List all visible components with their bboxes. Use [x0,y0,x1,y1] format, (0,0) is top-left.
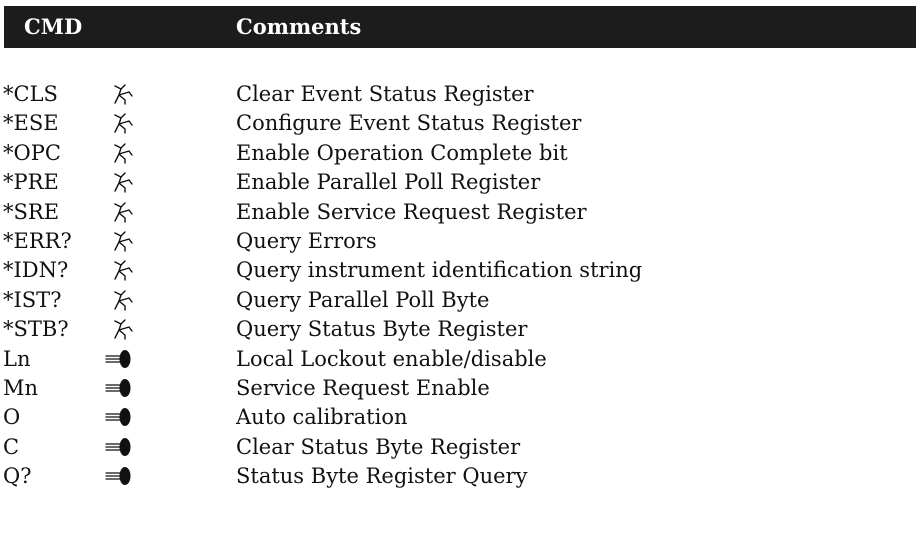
command-code: Ln [3,346,31,371]
command-comment: Query Parallel Poll Byte [236,287,490,312]
command-comment: Configure Event Status Register [236,111,582,136]
device-command-icon [105,378,131,397]
command-comment: Query Status Byte Register [236,317,528,342]
table-row: *OPC Enable Operation Complete bit [0,139,916,168]
table-row: *CLS Clear Event Status Register [0,80,916,109]
command-code: *ESE [3,111,59,136]
command-code: *STB? [3,317,69,342]
command-comment: Enable Operation Complete bit [236,140,568,165]
device-command-icon [105,408,131,427]
command-comment: Query instrument identification string [236,258,643,283]
command-table: *CLS Clear Event Status Register *ESE Co… [0,80,916,491]
table-row: *IDN? Query instrument identification st… [0,256,916,285]
table-row: Mn Service Request Enable [0,374,916,403]
command-comment: Auto calibration [236,405,408,430]
command-comment: Service Request Enable [236,375,490,400]
command-comment: Query Errors [236,228,377,253]
table-row: C Clear Status Byte Register [0,433,916,462]
ieee-common-command-icon [114,113,133,135]
command-comment: Status Byte Register Query [236,464,528,489]
table-row: *ESE Configure Event Status Register [0,109,916,138]
command-code: *ERR? [3,228,72,253]
device-command-icon [105,467,131,486]
device-command-icon [105,349,131,368]
ieee-common-command-icon [114,260,133,282]
command-code: O [3,405,21,430]
command-code: Q? [3,464,32,489]
table-row: *STB? Query Status Byte Register [0,315,916,344]
command-code: *OPC [3,140,61,165]
table-row: Ln Local Lockout enable/disable [0,345,916,374]
table-header: CMD Comments [4,6,916,48]
command-code: *PRE [3,170,59,195]
command-code: *CLS [3,82,58,106]
command-code: Mn [3,375,39,400]
command-code: *IST? [3,287,62,312]
command-comment: Clear Status Byte Register [236,434,521,459]
command-comment: Enable Service Request Register [236,199,587,224]
ieee-common-command-icon [114,231,133,252]
ieee-common-command-icon [114,172,133,193]
command-code: *IDN? [3,258,69,283]
table-row: *ERR? Query Errors [0,227,916,256]
table-row: *IST? Query Parallel Poll Byte [0,286,916,315]
ieee-common-command-icon [114,201,133,223]
table-row: O Auto calibration [0,403,916,432]
table-row: *SRE Enable Service Request Register [0,198,916,227]
cmd-column-header: CMD [24,14,83,39]
table-row: Q? Status Byte Register Query [0,462,916,491]
command-comment: Local Lockout enable/disable [236,346,547,371]
ieee-common-command-icon [114,319,133,340]
ieee-common-command-icon [114,290,133,311]
command-comment: Clear Event Status Register [236,82,534,106]
command-code: *SRE [3,199,60,224]
command-comment: Enable Parallel Poll Register [236,170,541,195]
ieee-common-command-icon [114,143,133,164]
comments-column-header: Comments [236,14,362,39]
table-row: *PRE Enable Parallel Poll Register [0,168,916,197]
command-code: C [3,434,20,459]
device-command-icon [105,437,131,456]
ieee-common-command-icon [114,84,133,105]
